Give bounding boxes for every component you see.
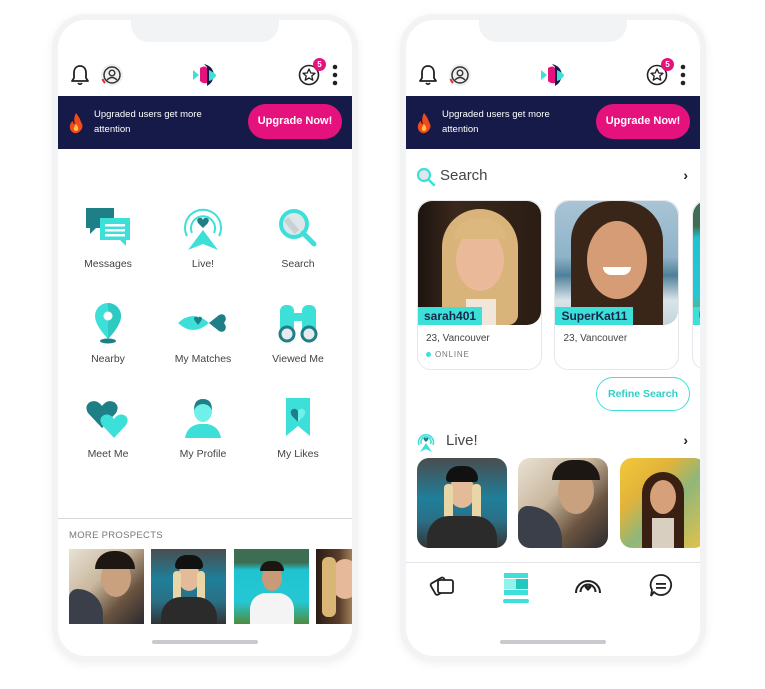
upgrade-banner: Upgraded users get more attention Upgrad…: [406, 96, 700, 149]
live-carousel: [417, 458, 700, 548]
screen: 5 Upgraded users get more attention Upgr…: [58, 20, 352, 656]
profile-card[interactable]: sarah401 23, Vancouver ONLINE: [417, 200, 542, 370]
notch: [131, 20, 279, 42]
messages-tab-icon[interactable]: [646, 571, 676, 601]
age-location: 23, Vancouver: [426, 333, 490, 344]
more-vertical-icon[interactable]: [332, 64, 338, 86]
flame-icon: [417, 113, 431, 134]
chevron-right-icon[interactable]: ›: [683, 432, 688, 448]
phone-home-screen: 5 Upgraded users get more attention Upgr…: [52, 14, 358, 662]
prospect-photo[interactable]: [233, 549, 309, 624]
bell-icon[interactable]: [418, 64, 438, 86]
tile-label: Messages: [84, 258, 132, 270]
notification-badge: 5: [661, 58, 674, 71]
live-stream-thumbnail[interactable]: [619, 458, 700, 548]
fish-logo: [541, 64, 565, 86]
hearts-icon: [86, 401, 128, 438]
top-bar: 5: [406, 58, 700, 90]
tile-live[interactable]: Live!: [155, 206, 251, 270]
upgrade-now-button[interactable]: Upgrade Now!: [248, 104, 342, 139]
live-icon: [184, 208, 222, 250]
prospect-photo[interactable]: [69, 549, 144, 624]
prospect-photo[interactable]: [151, 549, 227, 624]
more-vertical-icon[interactable]: [680, 64, 686, 86]
tile-my-matches[interactable]: My Matches: [155, 301, 251, 365]
tile-label: Live!: [191, 258, 215, 270]
tile-label: My Matches: [174, 353, 232, 365]
tile-label: Search: [281, 258, 315, 270]
username-tag: sarah401: [418, 307, 483, 325]
active-tab-indicator: [503, 599, 529, 603]
online-status: ONLINE: [426, 350, 470, 359]
tile-label: My Likes: [277, 448, 319, 460]
discover-tab-icon[interactable]: [501, 571, 531, 601]
live-icon: [417, 434, 435, 452]
profile-card[interactable]: SuperKat11 23, Vancouver: [554, 200, 680, 370]
live-stream-thumbnail[interactable]: [518, 458, 609, 548]
tile-label: Nearby: [91, 353, 125, 365]
more-prospects-title: MORE PROSPECTS: [69, 530, 163, 541]
profile-card[interactable]: U( 23: [691, 200, 700, 370]
home-indicator: [152, 640, 258, 644]
online-dot: [426, 352, 431, 358]
messages-icon: [86, 208, 130, 246]
search-icon: [279, 209, 317, 247]
username-tag: U(: [692, 307, 700, 325]
section-title: Live!: [446, 432, 478, 449]
banner-message: Upgraded users get more attention: [94, 109, 202, 135]
refine-search-button[interactable]: Refine Search: [596, 377, 690, 411]
upgrade-now-button[interactable]: Upgrade Now!: [596, 104, 690, 139]
bottom-tab-bar: [406, 562, 700, 612]
prospects-row: [69, 549, 352, 624]
fish-heart-icon: [178, 314, 226, 332]
notch: [479, 20, 627, 42]
tile-label: Viewed Me: [272, 353, 324, 365]
tile-meet-me[interactable]: Meet Me: [60, 396, 156, 460]
cards-tab-icon[interactable]: [428, 571, 458, 601]
tile-label: My Profile: [179, 448, 227, 460]
person-icon: [185, 399, 221, 438]
tile-messages[interactable]: Messages: [60, 206, 156, 270]
search-icon: [416, 167, 436, 187]
live-stream-thumbnail[interactable]: [417, 458, 507, 548]
section-title: Search: [440, 167, 488, 184]
tile-my-profile[interactable]: My Profile: [155, 396, 251, 460]
tile-my-likes[interactable]: My Likes: [250, 396, 346, 460]
home-indicator: [500, 640, 606, 644]
banner-message: Upgraded users get more attention: [442, 109, 550, 135]
age-location: 23, Vancouver: [563, 333, 628, 344]
tile-viewed-me[interactable]: Viewed Me: [250, 301, 346, 365]
username-tag: SuperKat11: [555, 307, 634, 325]
top-bar: 5: [58, 58, 352, 90]
prospect-photo[interactable]: [316, 549, 352, 624]
tile-label: Meet Me: [87, 448, 129, 460]
flame-icon: [69, 113, 83, 134]
bookmark-heart-icon: [286, 398, 310, 436]
profile-avatar-icon[interactable]: [448, 63, 472, 87]
search-section-header[interactable]: Search ›: [416, 165, 688, 189]
search-results-carousel: sarah401 23, Vancouver ONLINE SuperKat11…: [417, 200, 700, 370]
live-section-header[interactable]: Live! ›: [416, 430, 688, 454]
fish-logo: [193, 64, 217, 86]
bell-icon[interactable]: [70, 64, 90, 86]
phone-discover-screen: 5 Upgraded users get more attention Upgr…: [400, 14, 706, 662]
live-tab-icon[interactable]: [573, 571, 603, 601]
chevron-right-icon[interactable]: ›: [683, 167, 688, 183]
status-text: ONLINE: [435, 350, 470, 359]
upgrade-banner: Upgraded users get more attention Upgrad…: [58, 96, 352, 149]
tile-search[interactable]: Search: [250, 206, 346, 270]
divider: [58, 518, 352, 519]
location-pin-icon: [95, 303, 121, 344]
notification-badge: 5: [313, 58, 326, 71]
tile-nearby[interactable]: Nearby: [60, 301, 156, 365]
profile-avatar-icon[interactable]: [100, 63, 124, 87]
screen: 5 Upgraded users get more attention Upgr…: [406, 20, 700, 656]
binoculars-icon: [278, 305, 318, 343]
